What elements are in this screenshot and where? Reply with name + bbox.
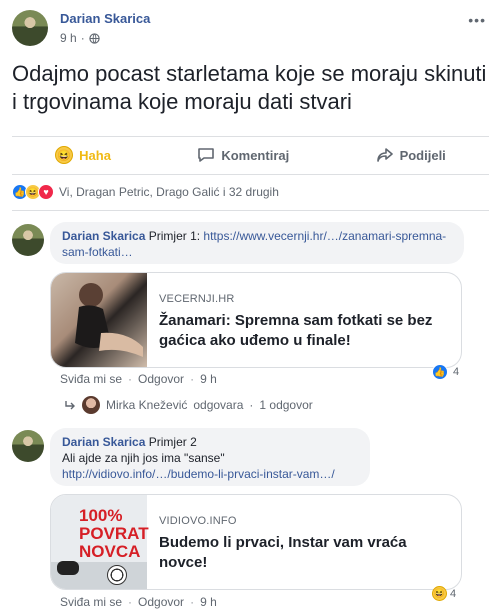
haha-icon: 😆 [55,146,74,164]
reply-button[interactable]: Odgovor [138,372,184,386]
comment-icon [198,148,215,162]
divider [12,136,489,137]
comment-reaction-count[interactable]: 😆 4 [432,586,456,601]
comment-reaction-count[interactable]: 👍 4 [432,364,459,380]
thumb-text-line: POVRAT [79,524,149,543]
reply-author: Mirka Knežević [106,398,188,412]
like-icon: 👍 [432,364,448,380]
comment-actions: Sviđa mi se · Odgovor · 9 h [60,595,217,609]
comment-time[interactable]: 9 h [200,595,217,609]
link-preview-card[interactable]: VECERNJI.HR Žanamari: Spremna sam fotkat… [50,272,462,368]
link-preview-card[interactable]: 100% POVRAT NOVCA VIDIOVO.INFO Budemo li… [50,494,462,590]
comment-text: Primjer 1: [148,229,201,243]
reply-avatar [82,396,100,414]
comment-time[interactable]: 9 h [200,372,217,386]
comment-actions: Sviđa mi se · Odgovor · 9 h [60,372,217,386]
football-icon [107,565,127,585]
reaction-count: 4 [450,587,457,600]
divider [12,210,489,211]
globe-icon [89,32,100,44]
reaction-count: 4 [453,366,460,378]
reply-count: 1 odgovor [259,398,313,412]
meta-separator: · [80,31,85,45]
replies-summary[interactable]: Mirka Knežević odgovara · 1 odgovor [64,396,313,414]
gamepad-icon [57,561,79,575]
post-actions: 😆 Haha Komentiraj Podijeli [12,140,489,170]
comment-text: Primjer 2 [148,435,197,449]
post-time[interactable]: 9 h [60,31,77,45]
card-body: VIDIOVO.INFO Budemo li prvaci, Instar va… [159,515,451,573]
separator: · [249,398,254,412]
card-domain: VIDIOVO.INFO [159,515,237,527]
more-options-icon[interactable]: ••• [468,12,486,28]
separator: · [190,372,195,386]
like-comment-button[interactable]: Sviđa mi se [60,595,122,609]
haha-label: Haha [79,147,111,163]
comment-bubble: Darian Skarica Primjer 2 Ali ajde za nji… [50,428,370,486]
reply-button[interactable]: Odgovor [138,595,184,609]
separator: · [128,372,133,386]
comment-text-line2: Ali ajde za njih jos ima "sanse" [62,451,225,465]
reply-verb: odgovara [193,398,244,412]
share-icon [376,148,393,162]
comment-bubble: Darian Skarica Primjer 1: https://www.ve… [50,222,464,264]
article-thumbnail: 100% POVRAT NOVCA [51,495,149,589]
haha-button[interactable]: 😆 Haha [55,146,111,164]
reactions-names: Vi, Dragan Petric, Drago Galić i 32 drug… [59,185,279,199]
separator: · [190,595,195,609]
comment-avatar[interactable] [12,224,44,256]
comment-avatar[interactable] [12,430,44,462]
card-headline[interactable]: Budemo li prvaci, Instar vam vraća novce… [159,533,451,573]
thumb-text-line: 100% [79,506,123,525]
comment-label: Komentiraj [221,147,290,163]
post-meta: 9 h · [60,31,100,45]
share-label: Podijeli [399,147,446,163]
post-text: Odajmo pocast starletama koje se moraju … [12,61,487,114]
comment: Darian Skarica Primjer 2 Ali ajde za nji… [12,428,492,615]
comment-author[interactable]: Darian Skarica [62,229,145,243]
reply-arrow-icon [65,401,75,410]
separator: · [128,595,133,609]
author-avatar[interactable] [12,10,48,46]
card-headline[interactable]: Žanamari: Spremna sam fotkati se bez gać… [159,311,451,351]
card-domain: VECERNJI.HR [159,293,235,305]
comment-link[interactable]: http://vidiovo.info/…/budemo-li-prvaci-i… [62,466,358,482]
person-photo-icon [75,283,143,357]
comment-author[interactable]: Darian Skarica [62,435,145,449]
reactions-summary[interactable]: 👍 😆 ♥ Vi, Dragan Petric, Drago Galić i 3… [12,184,279,200]
post-author[interactable]: Darian Skarica [60,11,150,26]
comment: Darian Skarica Primjer 1: https://www.ve… [12,222,492,392]
card-body: VECERNJI.HR Žanamari: Spremna sam fotkat… [159,293,451,351]
like-comment-button[interactable]: Sviđa mi se [60,372,122,386]
divider [12,174,489,175]
thumb-text-line: NOVCA [79,542,141,561]
haha-icon: 😆 [432,586,447,601]
love-icon: ♥ [38,184,54,200]
article-thumbnail [51,273,147,367]
post-header: Darian Skarica 9 h · ••• [12,10,492,50]
comment-button[interactable]: Komentiraj [197,147,289,163]
share-button[interactable]: Podijeli [376,147,446,163]
